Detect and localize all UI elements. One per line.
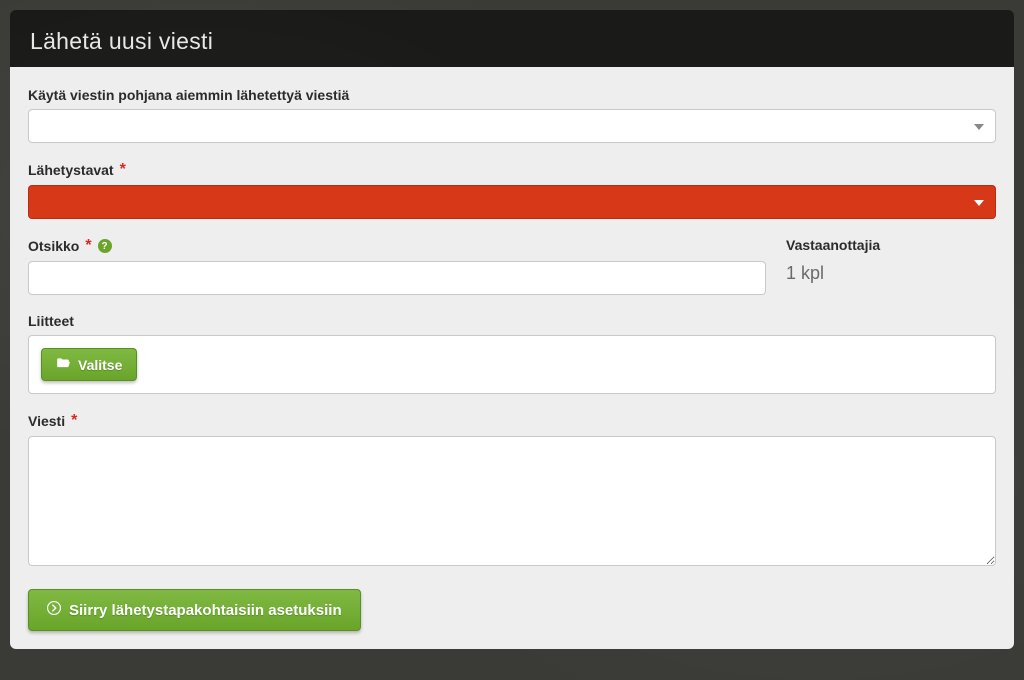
attachments-box: Valitse (28, 335, 996, 394)
recipients-group: Vastaanottajia 1 kpl (786, 237, 996, 295)
delivery-label: Lähetystavat (28, 162, 114, 178)
recipients-label: Vastaanottajia (786, 237, 880, 253)
delivery-select[interactable] (28, 185, 996, 219)
panel-body: Käytä viestin pohjana aiemmin lähetettyä… (10, 67, 1014, 649)
arrow-right-icon (47, 601, 61, 619)
attachments-group: Liitteet Valitse (28, 313, 996, 394)
help-icon[interactable]: ? (98, 239, 112, 253)
recipients-count: 1 kpl (786, 259, 996, 284)
message-form-panel: Lähetä uusi viesti Käytä viestin pohjana… (10, 10, 1014, 649)
template-label: Käytä viestin pohjana aiemmin lähetettyä… (28, 87, 349, 103)
subject-group: Otsikko * ? (28, 237, 766, 295)
required-mark: * (71, 412, 77, 430)
choose-file-label: Valitse (78, 357, 122, 373)
template-select[interactable] (28, 109, 996, 143)
next-settings-button[interactable]: Siirry lähetystapakohtaisiin asetuksiin (28, 589, 361, 631)
message-group: Viesti * (28, 412, 996, 571)
subject-input[interactable] (28, 261, 766, 295)
required-mark: * (120, 161, 126, 179)
panel-header: Lähetä uusi viesti (10, 10, 1014, 67)
message-label: Viesti (28, 413, 65, 429)
template-group: Käytä viestin pohjana aiemmin lähetettyä… (28, 87, 996, 143)
attachments-label: Liitteet (28, 313, 74, 329)
subject-recipients-row: Otsikko * ? Vastaanottajia 1 kpl (28, 237, 996, 295)
page-title: Lähetä uusi viesti (30, 28, 994, 55)
choose-file-button[interactable]: Valitse (41, 348, 137, 381)
next-settings-label: Siirry lähetystapakohtaisiin asetuksiin (69, 602, 342, 619)
required-mark: * (85, 237, 91, 255)
message-textarea[interactable] (28, 436, 996, 566)
folder-open-icon (56, 356, 70, 373)
delivery-group: Lähetystavat * (28, 161, 996, 219)
subject-label: Otsikko (28, 238, 79, 254)
